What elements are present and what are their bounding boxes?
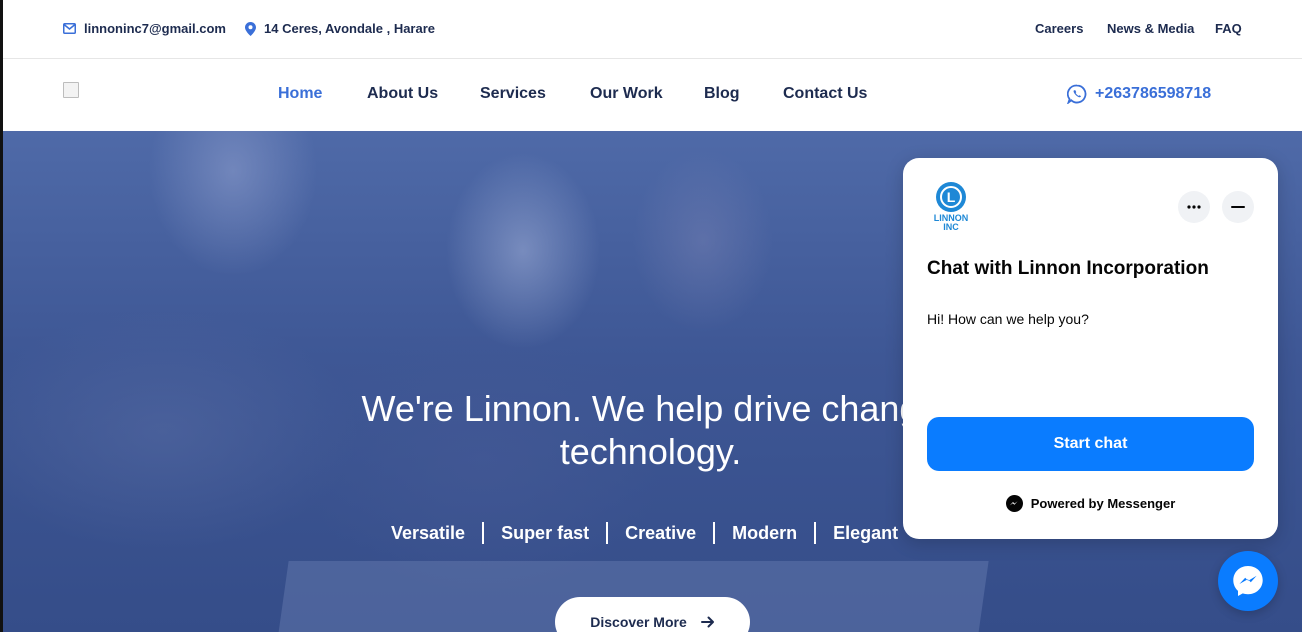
- window-edge: [0, 0, 3, 632]
- start-chat-button[interactable]: Start chat: [927, 417, 1254, 471]
- phone-number: +263786598718: [1095, 85, 1212, 102]
- whatsapp-icon: [1067, 84, 1087, 104]
- link-careers[interactable]: Careers: [1035, 21, 1083, 36]
- tagline-modern: Modern: [732, 522, 798, 543]
- tagline-divider: [814, 522, 817, 544]
- chat-more-options-button[interactable]: [1178, 191, 1210, 223]
- contact-email[interactable]: linnoninc7@gmail.com: [63, 21, 226, 36]
- brand-name-line-2: INC: [943, 222, 959, 232]
- brand-logo-name: LINNON INC: [927, 214, 975, 232]
- contact-address: 14 Ceres, Avondale , Harare: [245, 21, 435, 36]
- top-info-bar: linnoninc7@gmail.com 14 Ceres, Avondale …: [3, 0, 1302, 59]
- tagline-divider: [606, 522, 609, 544]
- tagline-divider: [482, 522, 485, 544]
- phone-link[interactable]: +263786598718: [1067, 84, 1211, 104]
- arrow-right-icon: [700, 616, 714, 628]
- discover-more-label: Discover More: [590, 614, 687, 630]
- main-navbar: Home About Us Services Our Work Blog Con…: [3, 60, 1302, 131]
- link-faq[interactable]: FAQ: [1215, 21, 1242, 36]
- minimize-icon: [1231, 206, 1245, 208]
- nav-blog[interactable]: Blog: [704, 85, 740, 103]
- nav-home[interactable]: Home: [278, 85, 322, 103]
- tagline-elegant: Elegant: [833, 522, 899, 543]
- chat-brand-avatar: L LINNON INC: [927, 180, 975, 232]
- chat-minimize-button[interactable]: [1222, 191, 1254, 223]
- chat-greeting-message: Hi! How can we help you?: [927, 311, 1089, 327]
- chat-title: Chat with Linnon Incorporation: [927, 258, 1209, 279]
- contact-email-text: linnoninc7@gmail.com: [84, 21, 226, 36]
- tagline-creative: Creative: [625, 522, 697, 543]
- mail-icon: [63, 23, 76, 34]
- nav-about-us[interactable]: About Us: [367, 85, 438, 103]
- location-pin-icon: [245, 21, 256, 36]
- messenger-launcher-button[interactable]: [1218, 551, 1278, 611]
- site-logo[interactable]: [63, 82, 79, 98]
- discover-more-button[interactable]: Discover More: [555, 597, 750, 632]
- more-icon: [1187, 205, 1201, 209]
- nav-our-work[interactable]: Our Work: [590, 85, 663, 103]
- link-news-media[interactable]: News & Media: [1107, 21, 1194, 36]
- powered-by-text: Powered by Messenger: [1030, 496, 1176, 511]
- messenger-chat-widget: L LINNON INC Chat with Linnon Incorporat…: [903, 158, 1278, 539]
- messenger-icon: [1005, 495, 1023, 512]
- tagline-super-fast: Super fast: [501, 522, 590, 543]
- tagline-versatile: Versatile: [391, 522, 466, 543]
- messenger-icon: [1233, 566, 1263, 596]
- tagline-divider: [713, 522, 716, 544]
- nav-services[interactable]: Services: [480, 85, 546, 103]
- hero-taglines: Versatile Super fast Creative Modern Ele…: [391, 522, 898, 544]
- nav-contact-us[interactable]: Contact Us: [783, 85, 867, 103]
- contact-address-text: 14 Ceres, Avondale , Harare: [264, 21, 436, 36]
- powered-by-messenger: Powered by Messenger: [903, 495, 1278, 512]
- brand-logo-circle: L: [936, 182, 966, 212]
- brand-logo-letter: L: [940, 186, 962, 208]
